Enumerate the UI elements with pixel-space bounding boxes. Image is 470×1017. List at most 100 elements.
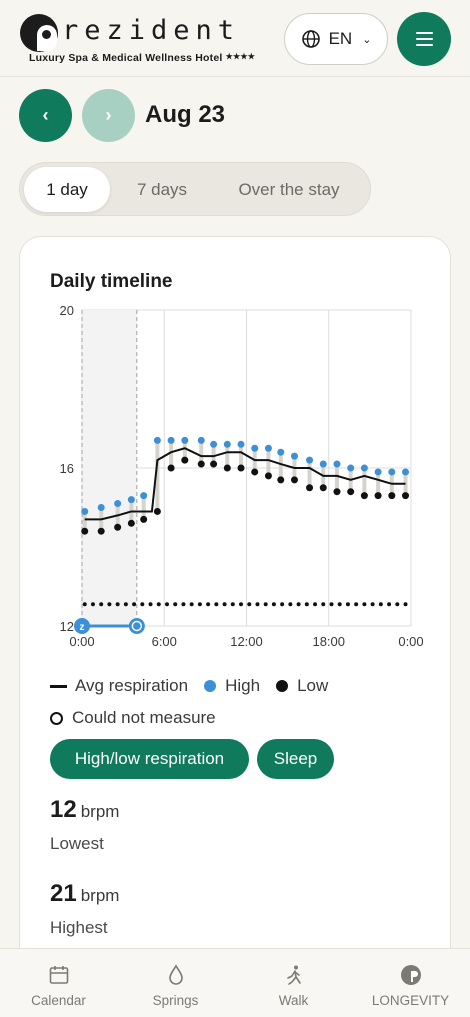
legend-low: Low	[276, 676, 328, 696]
sleep-window-shade	[82, 310, 137, 626]
x-tick-label: 6:00	[152, 634, 177, 649]
no-measure-point	[148, 602, 153, 607]
next-day-button[interactable]: ›	[82, 89, 135, 142]
tab-over-the-stay[interactable]: Over the stay	[216, 167, 362, 212]
no-measure-point	[206, 602, 211, 607]
no-measure-point	[271, 602, 276, 607]
y-tick-label: 12	[60, 619, 74, 634]
previous-day-button[interactable]: ‹	[19, 89, 72, 142]
low-point	[167, 464, 175, 472]
high-dot-swatch	[204, 680, 217, 692]
no-measure-point	[115, 602, 120, 607]
no-measure-point	[214, 602, 219, 607]
no-measure-point	[296, 602, 301, 607]
low-point	[306, 484, 314, 492]
prezident-logo[interactable]: rezident Luxury Spa & Medical Wellness H…	[20, 14, 260, 66]
chart-legend: Avg respiration High Low Could not measu…	[50, 671, 430, 733]
no-measure-point	[156, 602, 161, 607]
no-measure-point	[370, 602, 375, 607]
no-measure-point	[321, 602, 326, 607]
high-point	[181, 436, 189, 444]
low-point	[374, 492, 382, 500]
low-point	[237, 464, 245, 472]
high-point	[167, 436, 175, 444]
no-measure-point	[354, 602, 359, 607]
no-measure-point	[239, 602, 244, 607]
no-measure-point	[304, 602, 309, 607]
high-point	[210, 440, 218, 448]
logo-mark	[20, 14, 58, 52]
high-point	[333, 460, 341, 468]
x-tick-label: 18:00	[312, 634, 345, 649]
no-measure-point	[247, 602, 252, 607]
no-measure-point	[99, 602, 104, 607]
chip-high-low-respiration[interactable]: High/low respiration	[50, 739, 249, 779]
stat-highest-label: Highest	[50, 918, 108, 937]
no-measure-point	[140, 602, 145, 607]
high-point	[264, 444, 272, 452]
nav-springs[interactable]: Springs	[117, 949, 234, 1017]
respiration-chart[interactable]: 2016120:00 6:00 12:00 18:00 0:00z	[20, 237, 452, 667]
nav-calendar[interactable]: Calendar	[0, 949, 117, 1017]
language-selector[interactable]: EN ⌄	[284, 13, 388, 65]
high-point	[81, 507, 89, 515]
high-point	[251, 444, 259, 452]
high-point	[127, 496, 135, 504]
high-point	[97, 504, 105, 511]
hamburger-menu-button[interactable]	[397, 12, 451, 66]
calendar-icon	[49, 966, 68, 984]
nav-longevity-label: LONGEVITY	[371, 993, 450, 1008]
no-measure-point	[263, 602, 268, 607]
high-point	[140, 492, 148, 500]
low-dot-swatch	[276, 680, 289, 692]
chevron-left-icon: ‹	[42, 105, 49, 125]
chevron-right-icon: ›	[105, 105, 112, 125]
legend-avg: Avg respiration	[50, 676, 188, 696]
low-point	[140, 515, 148, 523]
high-point	[347, 464, 355, 472]
low-point	[333, 488, 341, 496]
legend-high: High	[204, 676, 260, 696]
longevity-icon	[400, 965, 421, 985]
low-point	[360, 492, 368, 500]
stat-lowest-value: 12 brpm	[50, 796, 120, 823]
low-point	[223, 464, 231, 472]
high-point	[237, 440, 245, 448]
walker-icon	[286, 965, 301, 985]
x-tick-label: 0:00	[69, 634, 94, 649]
high-point	[290, 452, 298, 460]
date-title: Aug 23	[145, 101, 226, 128]
no-measure-point	[132, 602, 137, 607]
high-point	[402, 468, 410, 476]
y-tick-label: 16	[60, 461, 74, 476]
no-measure-point	[337, 602, 342, 607]
no-measure-point	[288, 602, 293, 607]
high-point	[360, 464, 368, 472]
chip-sleep[interactable]: Sleep	[257, 739, 334, 779]
nav-longevity[interactable]: LONGEVITY	[352, 949, 469, 1017]
high-point	[114, 500, 122, 508]
y-tick-label: 20	[60, 303, 74, 318]
low-point	[197, 460, 205, 468]
no-measure-point	[173, 602, 178, 607]
zzz-icon: z	[80, 622, 85, 633]
tab-1-day[interactable]: 1 day	[24, 167, 110, 212]
no-measure-point	[362, 602, 367, 607]
language-label: EN	[328, 29, 353, 48]
low-point	[388, 492, 396, 500]
no-measure-point	[255, 602, 260, 607]
nav-calendar-label: Calendar	[31, 993, 86, 1008]
no-measure-point	[164, 602, 169, 607]
nav-walk-label: Walk	[278, 993, 309, 1008]
no-measure-point	[378, 602, 383, 607]
low-point	[81, 527, 89, 535]
drop-icon	[168, 964, 183, 985]
tab-7-days[interactable]: 7 days	[118, 167, 206, 212]
no-measure-point	[403, 602, 408, 607]
globe-icon	[301, 30, 320, 48]
nav-walk[interactable]: Walk	[235, 949, 352, 1017]
menu-icon	[415, 32, 433, 34]
low-point	[127, 519, 135, 527]
high-point	[374, 468, 382, 476]
low-point	[347, 488, 355, 496]
